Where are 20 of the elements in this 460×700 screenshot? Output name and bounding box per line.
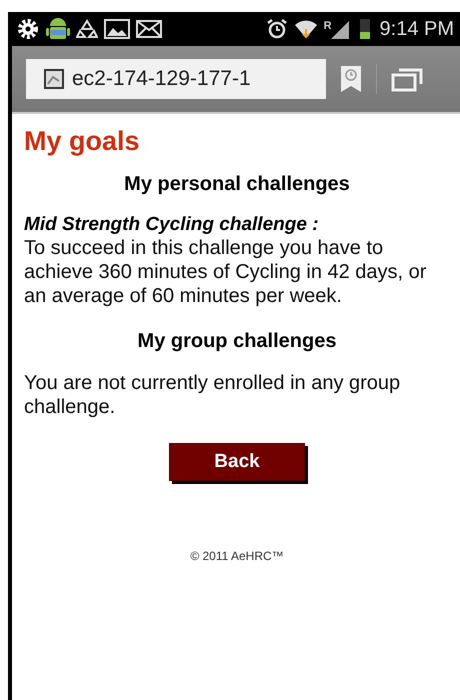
- back-button[interactable]: Back: [169, 443, 305, 481]
- battery-icon: [360, 19, 370, 39]
- mail-icon: [136, 20, 162, 38]
- clock-time: 9:14 PM: [380, 18, 454, 40]
- wifi-icon: [294, 18, 318, 40]
- roaming-indicator: R: [324, 20, 332, 32]
- image-icon: [104, 19, 130, 39]
- copyright-footer: © 2011 AeHRC™: [24, 549, 450, 563]
- address-field[interactable]: ec2-174-129-177-1: [26, 59, 326, 99]
- windows-icon[interactable]: [391, 66, 423, 92]
- section-heading: My group challenges: [136, 330, 338, 353]
- challenge-name: Mid Strength Cycling challenge :: [24, 214, 320, 236]
- gear-icon: [16, 17, 40, 41]
- challenge-description: To succeed in this challenge you have to achieve 360 minutes of Cycling in 42 days, or an average of 60 minutes per week.: [24, 236, 428, 308]
- section-heading: My personal challenges: [123, 173, 351, 196]
- page-icon: [44, 69, 64, 89]
- alarm-icon: [266, 18, 288, 40]
- bookmark-icon[interactable]: [340, 65, 362, 93]
- empty-message: You are not currently enrolled in any group challenge.: [24, 371, 402, 419]
- page-title: My goals: [24, 126, 141, 157]
